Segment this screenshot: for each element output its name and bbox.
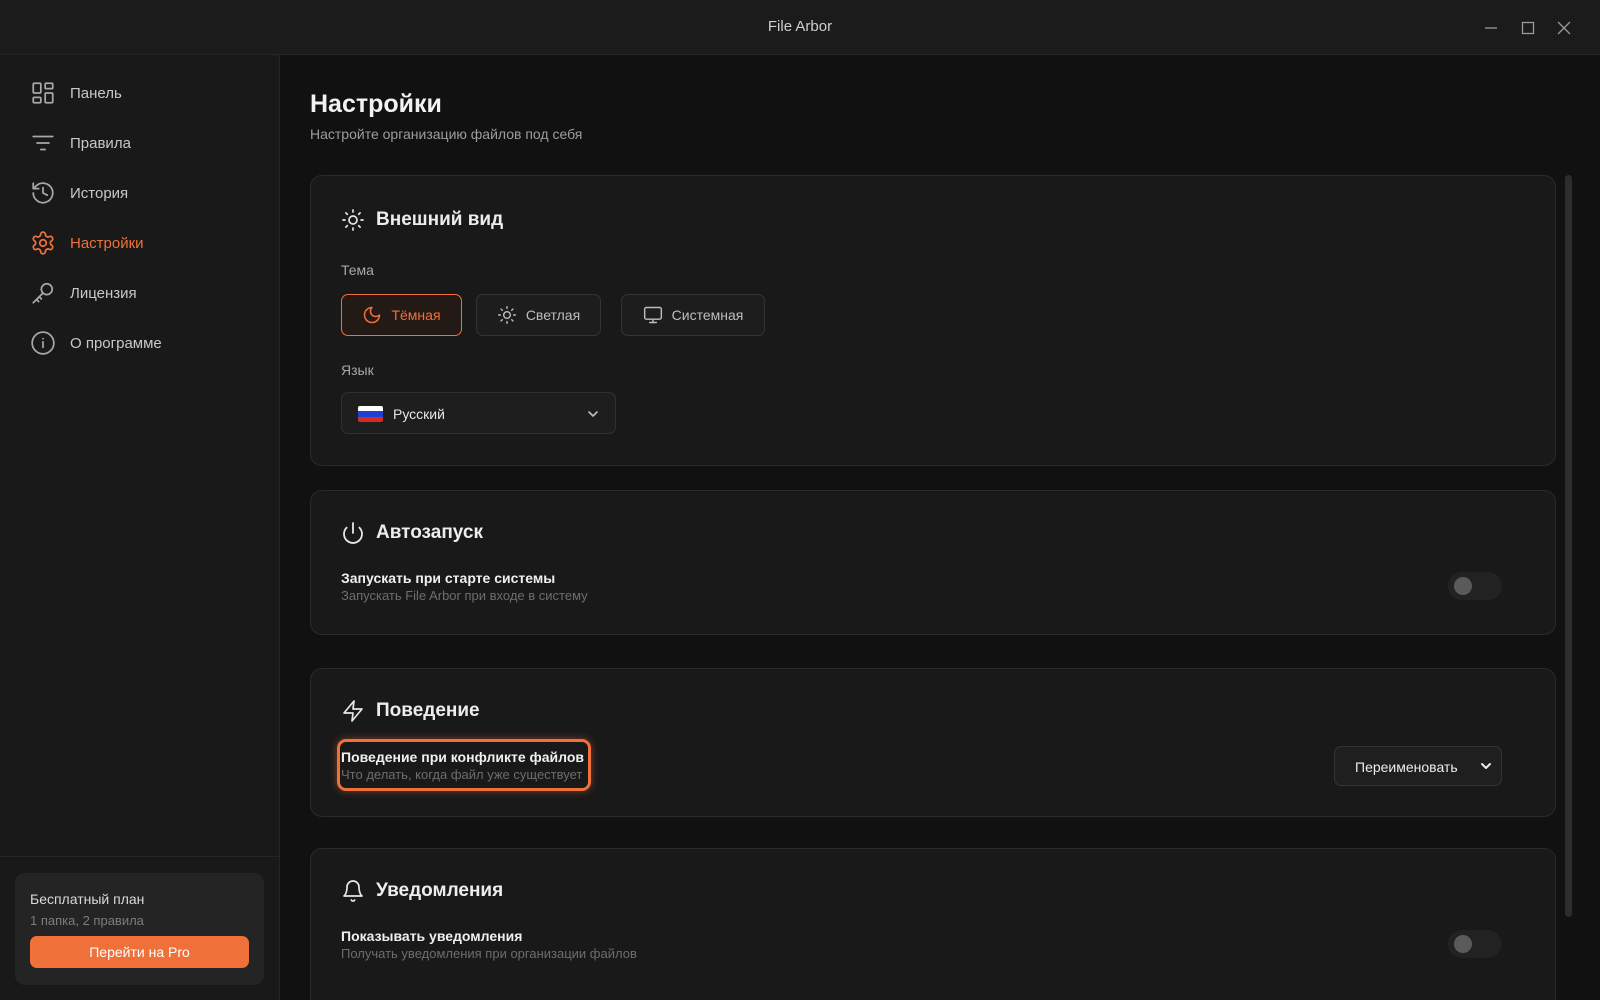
sidebar-item-label: О программе [70,334,162,352]
notifications-toggle[interactable] [1448,930,1502,958]
theme-light-button[interactable]: Светлая [476,294,601,336]
behavior-title: Поведение [376,700,480,721]
power-icon [341,521,365,545]
bell-icon [341,879,365,903]
sun-icon [341,208,365,232]
main-content: Настройки Настройте организацию файлов п… [280,55,1600,1000]
theme-light-label: Светлая [525,307,581,323]
filter-icon [30,130,56,156]
page-subtitle: Настройте организацию файлов под себя [310,126,583,142]
history-icon [30,180,56,206]
key-icon [30,280,56,306]
toggle-knob [1454,577,1472,595]
autostart-setting-title: Запускать при старте системы [341,570,556,586]
behavior-card: Поведение Поведение при конфликте файлов… [310,668,1556,817]
sidebar-item-label: Панель [70,84,122,102]
appearance-card: Внешний вид Тема Тёмная Светлая Системна… [310,175,1556,466]
sidebar-item-settings[interactable]: Настройки [20,221,268,265]
sidebar-item-about[interactable]: О программе [20,321,268,365]
appearance-title: Внешний вид [376,209,504,230]
sun-icon [497,305,517,325]
sidebar-item-license[interactable]: Лицензия [20,271,268,315]
theme-dark-label: Тёмная [391,307,441,323]
moon-icon [362,305,382,325]
plan-subtitle: 1 папка, 2 правила [30,913,144,928]
maximize-icon[interactable] [1517,17,1539,39]
autostart-header: Автозапуск [341,521,483,545]
language-select[interactable]: Русский [341,392,616,434]
sidebar-divider [0,856,279,857]
chevron-down-icon [585,406,601,422]
sidebar-item-label: Правила [70,134,131,152]
autostart-setting-desc: Запускать File Arbor при входе в систему [341,588,588,603]
plan-card: Бесплатный план 1 папка, 2 правила Перей… [15,873,264,985]
sidebar-item-rules[interactable]: Правила [20,121,268,165]
window-title: File Arbor [767,18,833,35]
page-title: Настройки [310,90,442,118]
sidebar-item-label: Настройки [70,234,144,252]
close-icon[interactable] [1553,17,1575,39]
info-icon [30,330,56,356]
sidebar: Панель Правила История Настройки Лицензи… [0,55,280,1000]
autostart-card: Автозапуск Запускать при старте системы … [310,490,1556,635]
notifications-setting-title: Показывать уведомления [341,928,523,944]
toggle-knob [1454,935,1472,953]
theme-system-button[interactable]: Системная [621,294,765,336]
notifications-title: Уведомления [376,880,504,901]
grid-icon [30,80,56,106]
minimize-icon[interactable] [1480,17,1502,39]
sidebar-item-dashboard[interactable]: Панель [20,71,268,115]
conflict-setting-desc: Что делать, когда файл уже существует [341,767,583,782]
upgrade-pro-button[interactable]: Перейти на Pro [30,936,249,968]
theme-system-label: Системная [671,307,744,323]
chevron-down-icon [1478,758,1494,774]
notifications-card: Уведомления Показывать уведомления Получ… [310,848,1556,1000]
appearance-header: Внешний вид [341,208,503,232]
conflict-setting-title: Поведение при конфликте файлов [341,749,585,765]
behavior-header: Поведение [341,699,480,723]
autostart-title: Автозапуск [376,522,483,543]
language-label: Язык [341,362,374,378]
sidebar-item-history[interactable]: История [20,171,268,215]
monitor-icon [643,305,663,325]
conflict-behavior-select[interactable]: Переименовать [1334,746,1502,786]
theme-label: Тема [341,262,374,278]
sidebar-item-label: Лицензия [70,284,137,302]
lightning-icon [341,699,365,723]
focus-highlight [337,739,591,791]
sidebar-item-label: История [70,184,129,202]
plan-title: Бесплатный план [30,891,145,907]
notifications-setting-desc: Получать уведомления при организации фай… [341,946,637,961]
language-value: Русский [393,406,445,422]
autostart-toggle[interactable] [1448,572,1502,600]
scrollbar[interactable] [1565,175,1572,917]
notifications-header: Уведомления [341,879,503,903]
russian-flag-icon [358,406,383,422]
gear-icon [30,230,56,256]
theme-dark-button[interactable]: Тёмная [341,294,462,336]
title-bar: File Arbor [0,0,1600,55]
conflict-behavior-value: Переименовать [1355,759,1458,775]
